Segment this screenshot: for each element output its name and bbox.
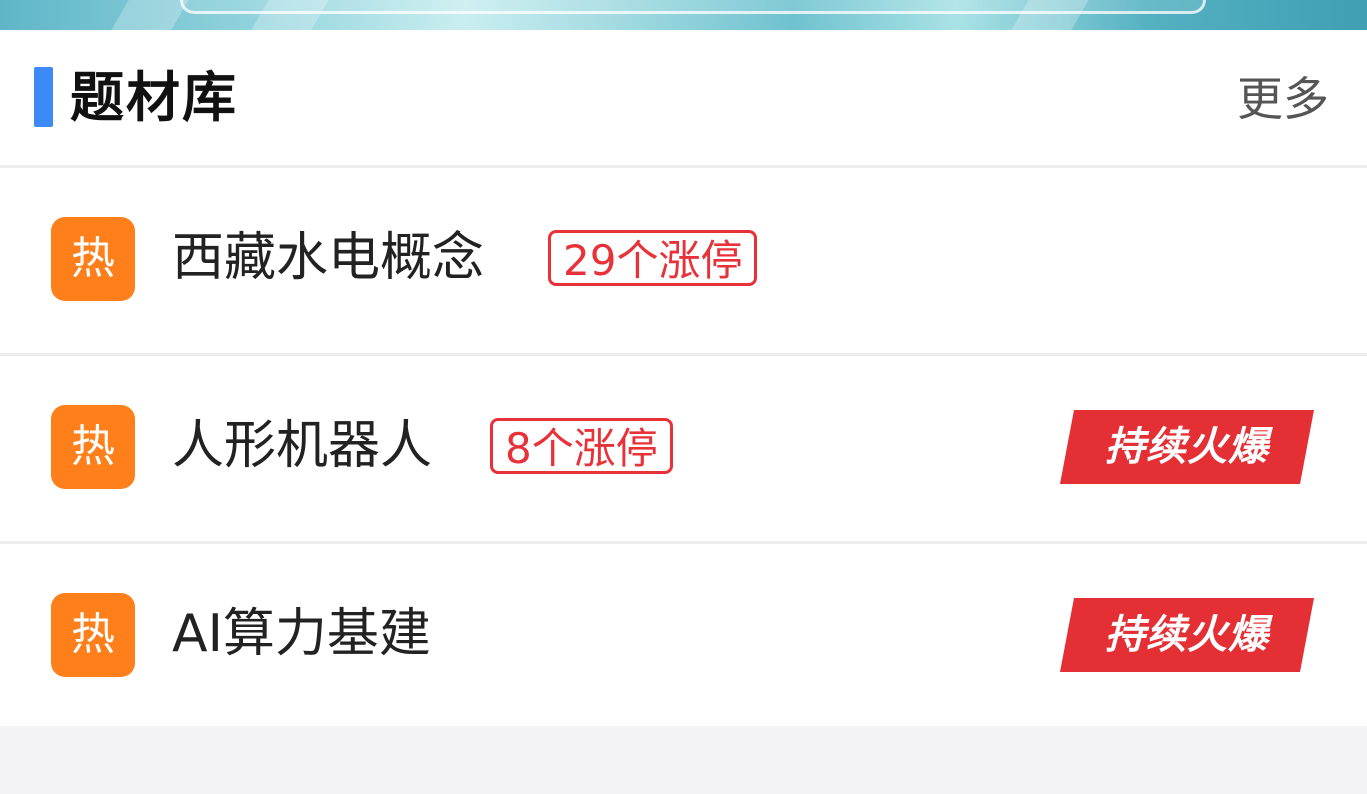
fire-tag-label: 持续火爆: [1105, 612, 1269, 658]
hot-icon: 热: [51, 405, 135, 489]
section-title: 题材库: [70, 66, 238, 129]
section-header: 题材库 更多: [0, 30, 1367, 168]
topic-name: AI算力基建: [172, 604, 431, 664]
more-link[interactable]: 更多: [1237, 70, 1329, 128]
page-background-strip: [0, 726, 1367, 794]
topic-row[interactable]: 热 人形机器人 8个涨停 持续火爆: [0, 356, 1367, 544]
topic-row[interactable]: 热 西藏水电概念 29个涨停: [0, 168, 1367, 356]
fire-tag-label: 持续火爆: [1105, 424, 1269, 470]
fire-tag: 持续火爆: [1060, 598, 1314, 672]
topic-library-card: 题材库 更多 热 西藏水电概念 29个涨停 热 人形机器人 8个涨停 持续火爆 …: [0, 30, 1367, 726]
limit-up-badge: 29个涨停: [548, 230, 758, 286]
banner-frame: [180, 0, 1206, 14]
limit-up-badge: 8个涨停: [490, 418, 673, 474]
section-accent-bar: [34, 67, 53, 127]
hot-icon: 热: [51, 217, 135, 301]
hot-icon: 热: [51, 593, 135, 677]
fire-tag: 持续火爆: [1060, 410, 1314, 484]
topic-row[interactable]: 热 AI算力基建 持续火爆: [0, 544, 1367, 729]
banner-streak: [111, 0, 189, 30]
topic-name: 人形机器人: [172, 416, 433, 476]
top-banner: [0, 0, 1367, 30]
topic-name: 西藏水电概念: [172, 228, 485, 288]
